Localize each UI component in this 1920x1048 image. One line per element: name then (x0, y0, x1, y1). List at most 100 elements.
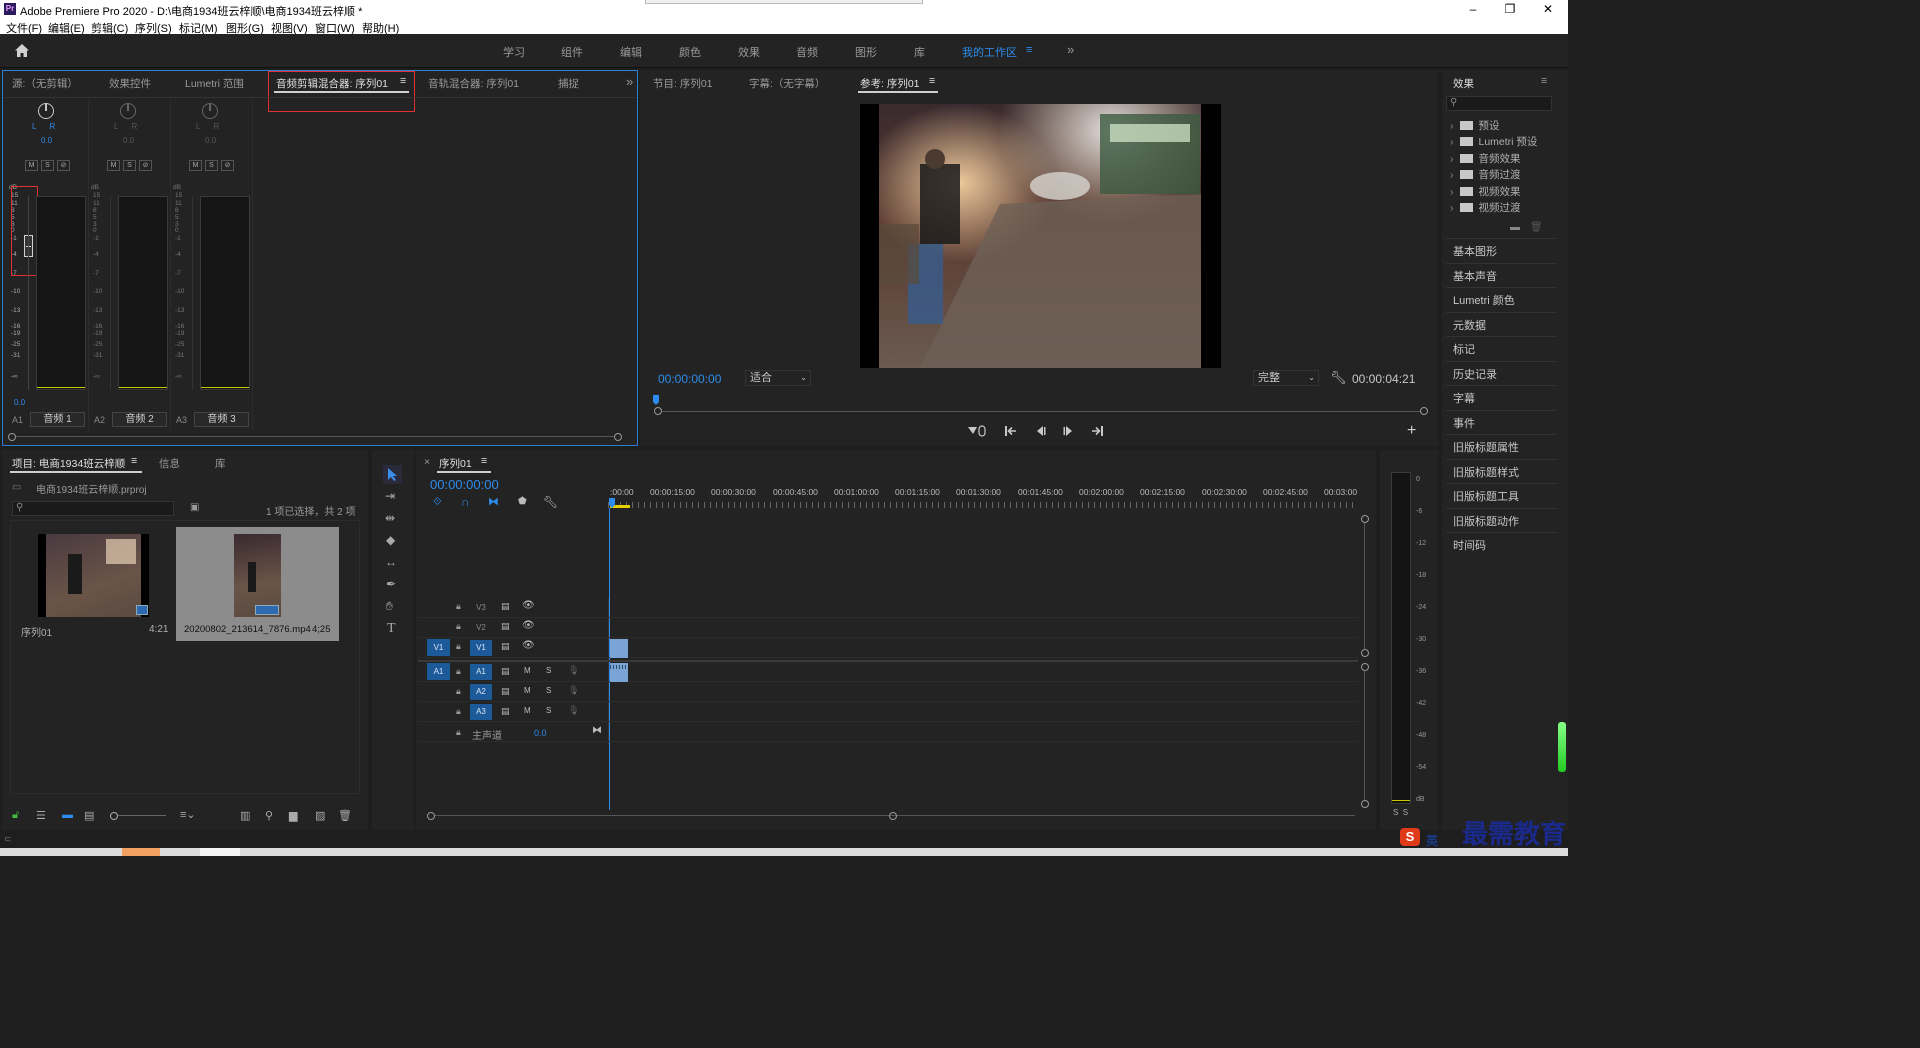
lock-icon[interactable]: 🔓︎ (12, 809, 19, 822)
effects-panel-item[interactable]: 基本图形 (1453, 243, 1497, 259)
workspace-libraries[interactable]: 库 (914, 44, 925, 60)
settings-wrench-icon[interactable]: 🔧︎ (543, 495, 558, 509)
lock-icon[interactable]: 🔒︎ (456, 641, 461, 652)
hand-tool-icon[interactable]: ✋︎ (386, 599, 393, 614)
mixer-scrollbar[interactable] (8, 433, 622, 441)
audio-clip[interactable] (610, 663, 628, 682)
ime-mode[interactable]: 英 (1426, 832, 1438, 849)
workspace-color[interactable]: 颜色 (679, 44, 701, 60)
linked-selection-icon[interactable]: ⧓ (488, 495, 499, 508)
trash-icon[interactable]: 🗑︎ (338, 809, 352, 822)
workspace-my-workspace[interactable]: 我的工作区 (962, 44, 1017, 60)
add-marker-icon[interactable]: ⬟ (518, 496, 527, 507)
microphone-icon[interactable]: 🎙︎ (568, 685, 579, 696)
vscroll-handle[interactable] (1361, 663, 1369, 671)
type-tool-icon[interactable]: T (387, 621, 396, 637)
maximize-button[interactable]: ❐ (1495, 1, 1525, 17)
vscroll-handle[interactable] (1361, 515, 1369, 523)
sync-lock-icon[interactable]: ▤ (501, 666, 510, 677)
workspace-assembly[interactable]: 组件 (561, 44, 583, 60)
vscroll-handle[interactable] (1361, 800, 1369, 808)
track-target-v1[interactable]: V1 (470, 640, 492, 656)
track-target-v2[interactable]: V2 (470, 620, 492, 636)
tab-libraries[interactable]: 库 (215, 456, 226, 471)
mute-track-button[interactable]: M (524, 686, 531, 695)
ime-sogou-icon[interactable]: S (1400, 828, 1420, 846)
vscroll-handle[interactable] (1361, 649, 1369, 657)
tab-audio-track-mixer[interactable]: 音轨混合器: 序列01 (428, 76, 519, 91)
workspace-editing[interactable]: 编辑 (620, 44, 642, 60)
channel-name-a2[interactable]: 音频 2 (112, 412, 167, 427)
effects-panel-item[interactable]: 旧版标题工具 (1453, 488, 1519, 504)
close-button[interactable]: ✕ (1533, 1, 1563, 17)
lock-icon[interactable]: 🔒︎ (456, 621, 461, 632)
snap-icon[interactable]: ∩ (461, 495, 470, 509)
project-item-video[interactable]: 20200802_213614_7876.mp4 4;25 (176, 527, 339, 641)
effects-panel-item[interactable]: 标记 (1453, 341, 1475, 357)
tab-audio-clip-mixer[interactable]: 音频剪辑混合器: 序列01 (276, 76, 388, 91)
add-button[interactable]: + (1407, 422, 1416, 440)
tab-menu-icon[interactable]: ≡ (400, 75, 406, 87)
zoom-select[interactable]: 适合 ⌄ (745, 370, 811, 386)
pan-knob-a2[interactable] (120, 103, 136, 119)
track-target-a3[interactable]: A3 (470, 704, 492, 720)
zoom-slider[interactable] (110, 812, 166, 820)
panel-more-icon[interactable]: » (626, 74, 633, 89)
workspace-menu-icon[interactable]: ≡ (1026, 44, 1032, 56)
automate-icon[interactable]: ▥ (240, 809, 250, 822)
effects-panel-item[interactable]: 历史记录 (1453, 366, 1497, 382)
master-track-value[interactable]: 0.0 (534, 728, 547, 738)
solo-button-a3[interactable]: S (205, 160, 218, 171)
timeline-hscroll[interactable] (427, 812, 1363, 820)
tab-menu-icon[interactable]: ≡ (929, 75, 935, 87)
channel-name-a1[interactable]: 音频 1 (30, 412, 85, 427)
project-item-sequence[interactable]: 序列01 4:21 (14, 527, 174, 641)
effects-tree-item[interactable]: › 视频效果 (1450, 184, 1521, 199)
workspace-learning[interactable]: 学习 (503, 44, 525, 60)
effects-panel-item[interactable]: 旧版标题样式 (1453, 464, 1519, 480)
tab-sequence[interactable]: 序列01 (439, 456, 472, 471)
effects-panel-item[interactable]: 基本声音 (1453, 268, 1497, 284)
new-bin-icon[interactable]: ▆ (289, 809, 297, 822)
bypass-button-a2[interactable]: ⊘ (139, 160, 152, 171)
eye-icon[interactable]: 👁︎ (522, 640, 535, 651)
bin-icon[interactable]: ▣ (190, 502, 199, 513)
track-select-tool-icon[interactable]: ⇥ (385, 489, 395, 503)
bypass-button-a1[interactable]: ⊘ (57, 160, 70, 171)
pan-knob-a3[interactable] (202, 103, 218, 119)
effects-tree-item[interactable]: › 音频过渡 (1450, 167, 1521, 182)
solo-track-button[interactable]: S (546, 666, 551, 675)
effects-panel-item[interactable]: 字幕 (1453, 390, 1475, 406)
panel-menu-icon[interactable]: ≡ (1541, 75, 1547, 87)
mute-button-a1[interactable]: M (25, 160, 38, 171)
find-icon[interactable]: ⚲ (265, 809, 273, 822)
mute-button-a2[interactable]: M (107, 160, 120, 171)
track-target-a2[interactable]: A2 (470, 684, 492, 700)
solo-track-button[interactable]: S (546, 706, 551, 715)
mute-track-button[interactable]: M (524, 666, 531, 675)
effects-search-input[interactable]: ⚲ (1446, 96, 1552, 111)
pan-knob-a1[interactable] (38, 103, 54, 119)
step-back-icon[interactable] (1033, 424, 1047, 438)
effects-panel-item[interactable]: 时间码 (1453, 537, 1486, 553)
step-forward-icon[interactable] (1062, 424, 1076, 438)
lock-icon[interactable]: 🔒︎ (456, 666, 461, 677)
effects-panel-item[interactable]: Lumetri 颜色 (1453, 292, 1515, 308)
program-timecode[interactable]: 00:00:00:00 (658, 372, 721, 386)
razor-tool-icon[interactable]: ◆ (386, 533, 395, 547)
tab-reference[interactable]: 参考: 序列01 (860, 76, 920, 91)
solo-button-a1[interactable]: S (41, 160, 54, 171)
new-folder-icon[interactable]: ▬ (1510, 222, 1520, 233)
icon-view-icon[interactable]: ▬ (62, 809, 73, 821)
quality-select[interactable]: 完整 ⌄ (1253, 370, 1319, 386)
tab-source[interactable]: 源:（无剪辑） (12, 76, 78, 91)
sort-icon[interactable]: ≡⌄ (180, 808, 196, 821)
sync-lock-icon[interactable]: ▤ (501, 706, 510, 717)
lock-icon[interactable]: 🔒︎ (456, 601, 461, 612)
tab-captions[interactable]: 字幕:（无字幕） (749, 76, 825, 91)
solo-buttons[interactable]: S S (1393, 808, 1408, 817)
sync-lock-icon[interactable]: ▤ (501, 621, 510, 632)
source-patch-v1[interactable]: V1 (427, 639, 450, 656)
go-to-out-icon[interactable] (1090, 424, 1104, 438)
mark-in-out-icon[interactable] (967, 424, 987, 438)
